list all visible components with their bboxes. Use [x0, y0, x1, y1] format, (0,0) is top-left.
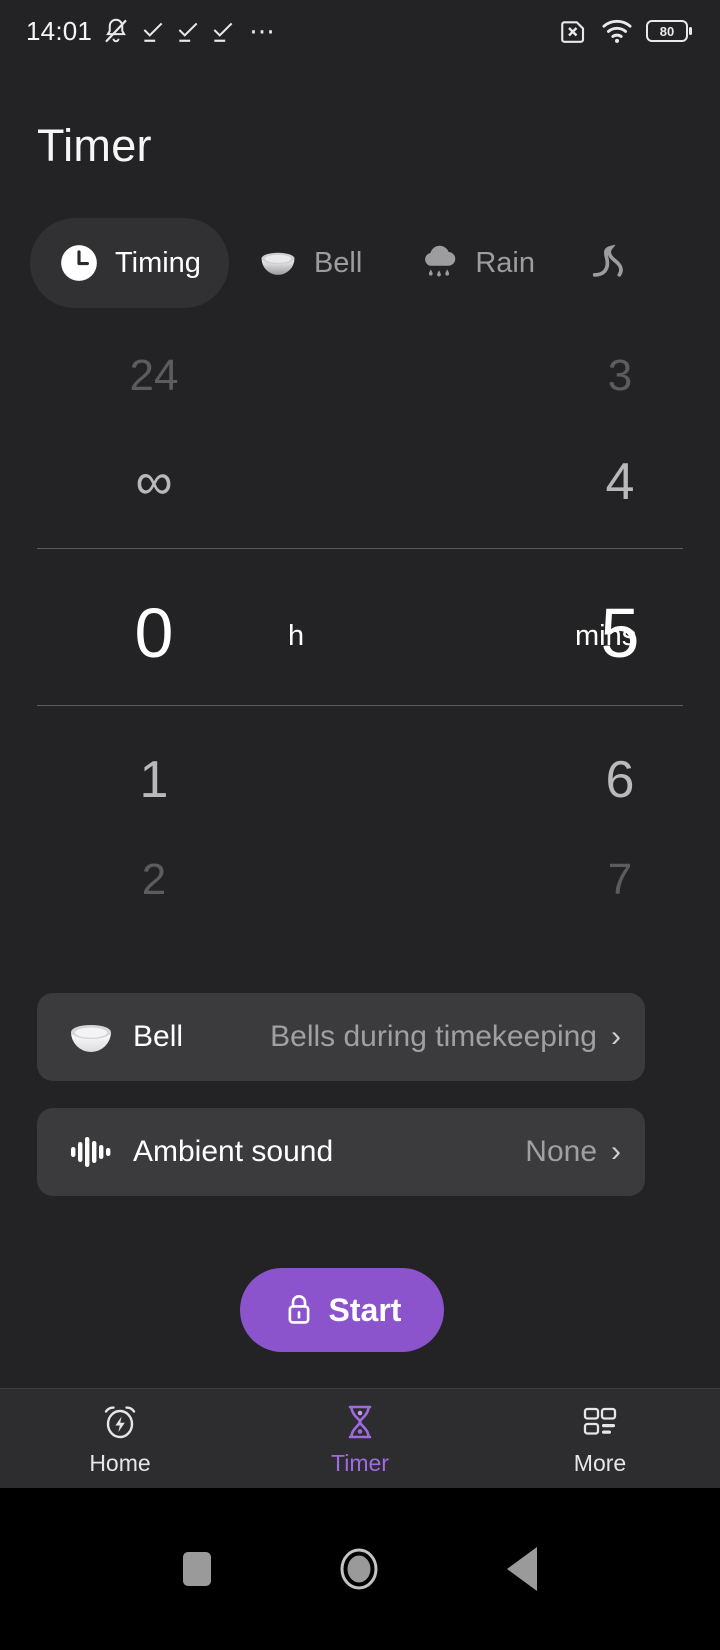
bowl-icon — [257, 242, 299, 284]
timer-screen: 14:01 ⋯ 80 Timer Timing Bell Rain 24 ∞ 0… — [0, 0, 720, 1650]
overflow-dots-icon: ⋯ — [249, 16, 277, 46]
battery-level-text: 80 — [660, 24, 674, 39]
clock-icon — [58, 242, 100, 284]
status-bar-left: 14:01 ⋯ — [26, 16, 276, 47]
back-triangle-icon[interactable] — [507, 1547, 538, 1591]
hours-wheel[interactable]: 24 ∞ 0 1 2 — [0, 330, 360, 930]
option-bell-value: Bells during timekeeping — [270, 1020, 597, 1053]
option-row-bell[interactable]: Bell Bells during timekeeping › — [37, 993, 645, 1081]
check-icon — [140, 18, 166, 44]
lock-icon — [283, 1292, 315, 1328]
recents-square-icon[interactable] — [182, 1552, 211, 1586]
minutes-option-far-above[interactable]: 3 — [440, 354, 720, 398]
alarm-flash-icon — [99, 1400, 141, 1444]
option-bell-right: Bells during timekeeping › — [270, 1020, 621, 1054]
tab-bell-label: Bell — [313, 246, 363, 279]
hours-option-near-above[interactable]: ∞ — [0, 456, 334, 508]
minutes-wheel[interactable]: 3 4 5 6 7 — [360, 330, 720, 930]
tab-timing-label: Timing — [115, 246, 201, 279]
minutes-option-near-below[interactable]: 6 — [440, 754, 720, 806]
page-title: Timer — [37, 120, 152, 171]
option-ambient-right: None › — [525, 1135, 621, 1169]
tab-rain[interactable]: Rain — [390, 218, 563, 308]
bowl-icon — [65, 1011, 117, 1063]
hours-option-near-below[interactable]: 1 — [0, 754, 334, 806]
waveform-icon — [65, 1126, 117, 1178]
wifi-icon — [601, 16, 633, 46]
tab-timing[interactable]: Timing — [30, 218, 229, 308]
home-circle-icon[interactable] — [336, 1546, 382, 1592]
hours-option-far-below[interactable]: 2 — [0, 858, 334, 902]
bottom-navigation: Home Timer More — [0, 1388, 720, 1488]
option-row-ambient-sound[interactable]: Ambient sound None › — [37, 1108, 645, 1196]
option-bell-title: Bell — [133, 1020, 184, 1053]
nav-item-more[interactable]: More — [480, 1389, 720, 1488]
start-button[interactable]: Start — [240, 1268, 444, 1352]
status-bar-right: 80 — [558, 16, 694, 46]
minutes-option-far-below[interactable]: 7 — [440, 858, 720, 902]
grid-icon — [579, 1400, 621, 1444]
system-navigation-bar — [0, 1488, 720, 1650]
bell-muted-icon — [101, 16, 131, 46]
wave-icon — [591, 242, 633, 284]
chevron-right-icon: › — [611, 1020, 621, 1053]
nav-item-more-label: More — [573, 1450, 627, 1476]
minutes-unit-label: mins — [575, 620, 637, 652]
hours-selected-value[interactable]: 0 — [0, 598, 334, 668]
hours-option-far-above[interactable]: 24 — [0, 354, 334, 398]
rain-cloud-icon — [418, 242, 460, 284]
tab-bar: Timing Bell Rain — [0, 218, 720, 308]
duration-picker[interactable]: 24 ∞ 0 1 2 3 4 5 6 7 h mins — [0, 330, 720, 930]
tab-bell[interactable]: Bell — [229, 218, 390, 308]
nav-item-home-label: Home — [89, 1450, 151, 1476]
option-ambient-title: Ambient sound — [133, 1135, 334, 1168]
chevron-right-icon: › — [611, 1135, 621, 1168]
check-icon — [175, 18, 201, 44]
sim-error-icon — [558, 16, 588, 46]
nav-item-timer[interactable]: Timer — [240, 1389, 480, 1488]
nav-item-timer-label: Timer — [331, 1450, 389, 1476]
nav-item-home[interactable]: Home — [0, 1389, 240, 1488]
hours-unit-label: h — [288, 620, 305, 652]
status-bar: 14:01 ⋯ 80 — [0, 0, 720, 62]
check-icon — [210, 18, 236, 44]
battery-icon: 80 — [646, 18, 694, 44]
start-button-label: Start — [328, 1291, 402, 1328]
status-bar-clock: 14:01 — [26, 15, 93, 46]
hourglass-icon — [339, 1400, 381, 1444]
tab-wave[interactable] — [563, 218, 676, 308]
minutes-option-near-above[interactable]: 4 — [440, 456, 720, 508]
tab-rain-label: Rain — [475, 246, 535, 279]
option-ambient-value: None — [525, 1135, 597, 1168]
